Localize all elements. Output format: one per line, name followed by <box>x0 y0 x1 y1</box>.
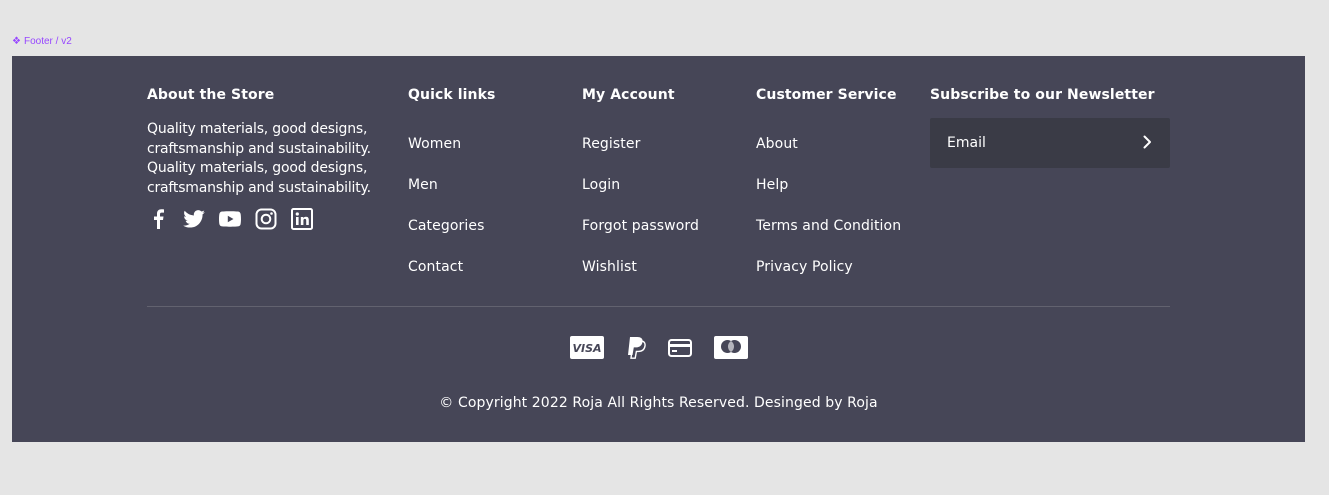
instagram-icon[interactable] <box>255 208 277 230</box>
newsletter-title: Subscribe to our Newsletter <box>930 87 1155 103</box>
quick-links-title: Quick links <box>408 87 496 103</box>
paypal-icon <box>626 336 646 359</box>
customer-service-title: Customer Service <box>756 87 897 103</box>
email-input[interactable] <box>945 134 1109 152</box>
service-link-help[interactable]: Help <box>756 176 901 194</box>
quick-link-men[interactable]: Men <box>408 176 495 194</box>
service-link-terms[interactable]: Terms and Condition <box>756 217 901 235</box>
about-title: About the Store <box>147 87 275 103</box>
frame-label-text: Footer / v2 <box>23 36 72 47</box>
component-icon: ❖ <box>12 36 21 47</box>
service-link-privacy[interactable]: Privacy Policy <box>756 258 901 276</box>
svg-text:VISA: VISA <box>572 342 601 355</box>
about-section: About the Store Quality materials, good … <box>147 86 397 230</box>
footer: About the Store Quality materials, good … <box>12 56 1305 442</box>
twitter-icon[interactable] <box>183 208 205 230</box>
chevron-right-icon[interactable] <box>1143 134 1152 153</box>
quick-link-contact[interactable]: Contact <box>408 258 495 276</box>
account-link-register[interactable]: Register <box>582 135 699 153</box>
credit-card-icon <box>667 338 692 357</box>
copyright-text: © Copyright 2022 Roja All Rights Reserve… <box>439 395 878 411</box>
service-link-about[interactable]: About <box>756 135 901 153</box>
my-account-section: My Account Register Login Forgot passwor… <box>582 86 699 299</box>
mastercard-icon <box>713 336 748 359</box>
customer-service-section: Customer Service About Help Terms and Co… <box>756 86 901 299</box>
quick-links-section: Quick links Women Men Categories Contact <box>408 86 495 299</box>
visa-icon: VISA <box>569 336 604 359</box>
quick-link-women[interactable]: Women <box>408 135 495 153</box>
footer-divider <box>147 306 1170 307</box>
account-link-wishlist[interactable]: Wishlist <box>582 258 699 276</box>
my-account-title: My Account <box>582 87 675 103</box>
quick-link-categories[interactable]: Categories <box>408 217 495 235</box>
youtube-icon[interactable] <box>219 208 241 230</box>
linkedin-icon[interactable] <box>291 208 313 230</box>
newsletter-form <box>930 118 1170 168</box>
newsletter-section: Subscribe to our Newsletter <box>930 86 1170 168</box>
account-link-forgot-password[interactable]: Forgot password <box>582 217 699 235</box>
payment-methods: VISA <box>12 336 1305 359</box>
about-text: Quality materials, good designs, craftsm… <box>147 121 371 196</box>
facebook-icon[interactable] <box>147 208 169 230</box>
account-link-login[interactable]: Login <box>582 176 699 194</box>
social-links <box>147 208 397 230</box>
frame-label: ❖ Footer / v2 <box>12 36 72 47</box>
